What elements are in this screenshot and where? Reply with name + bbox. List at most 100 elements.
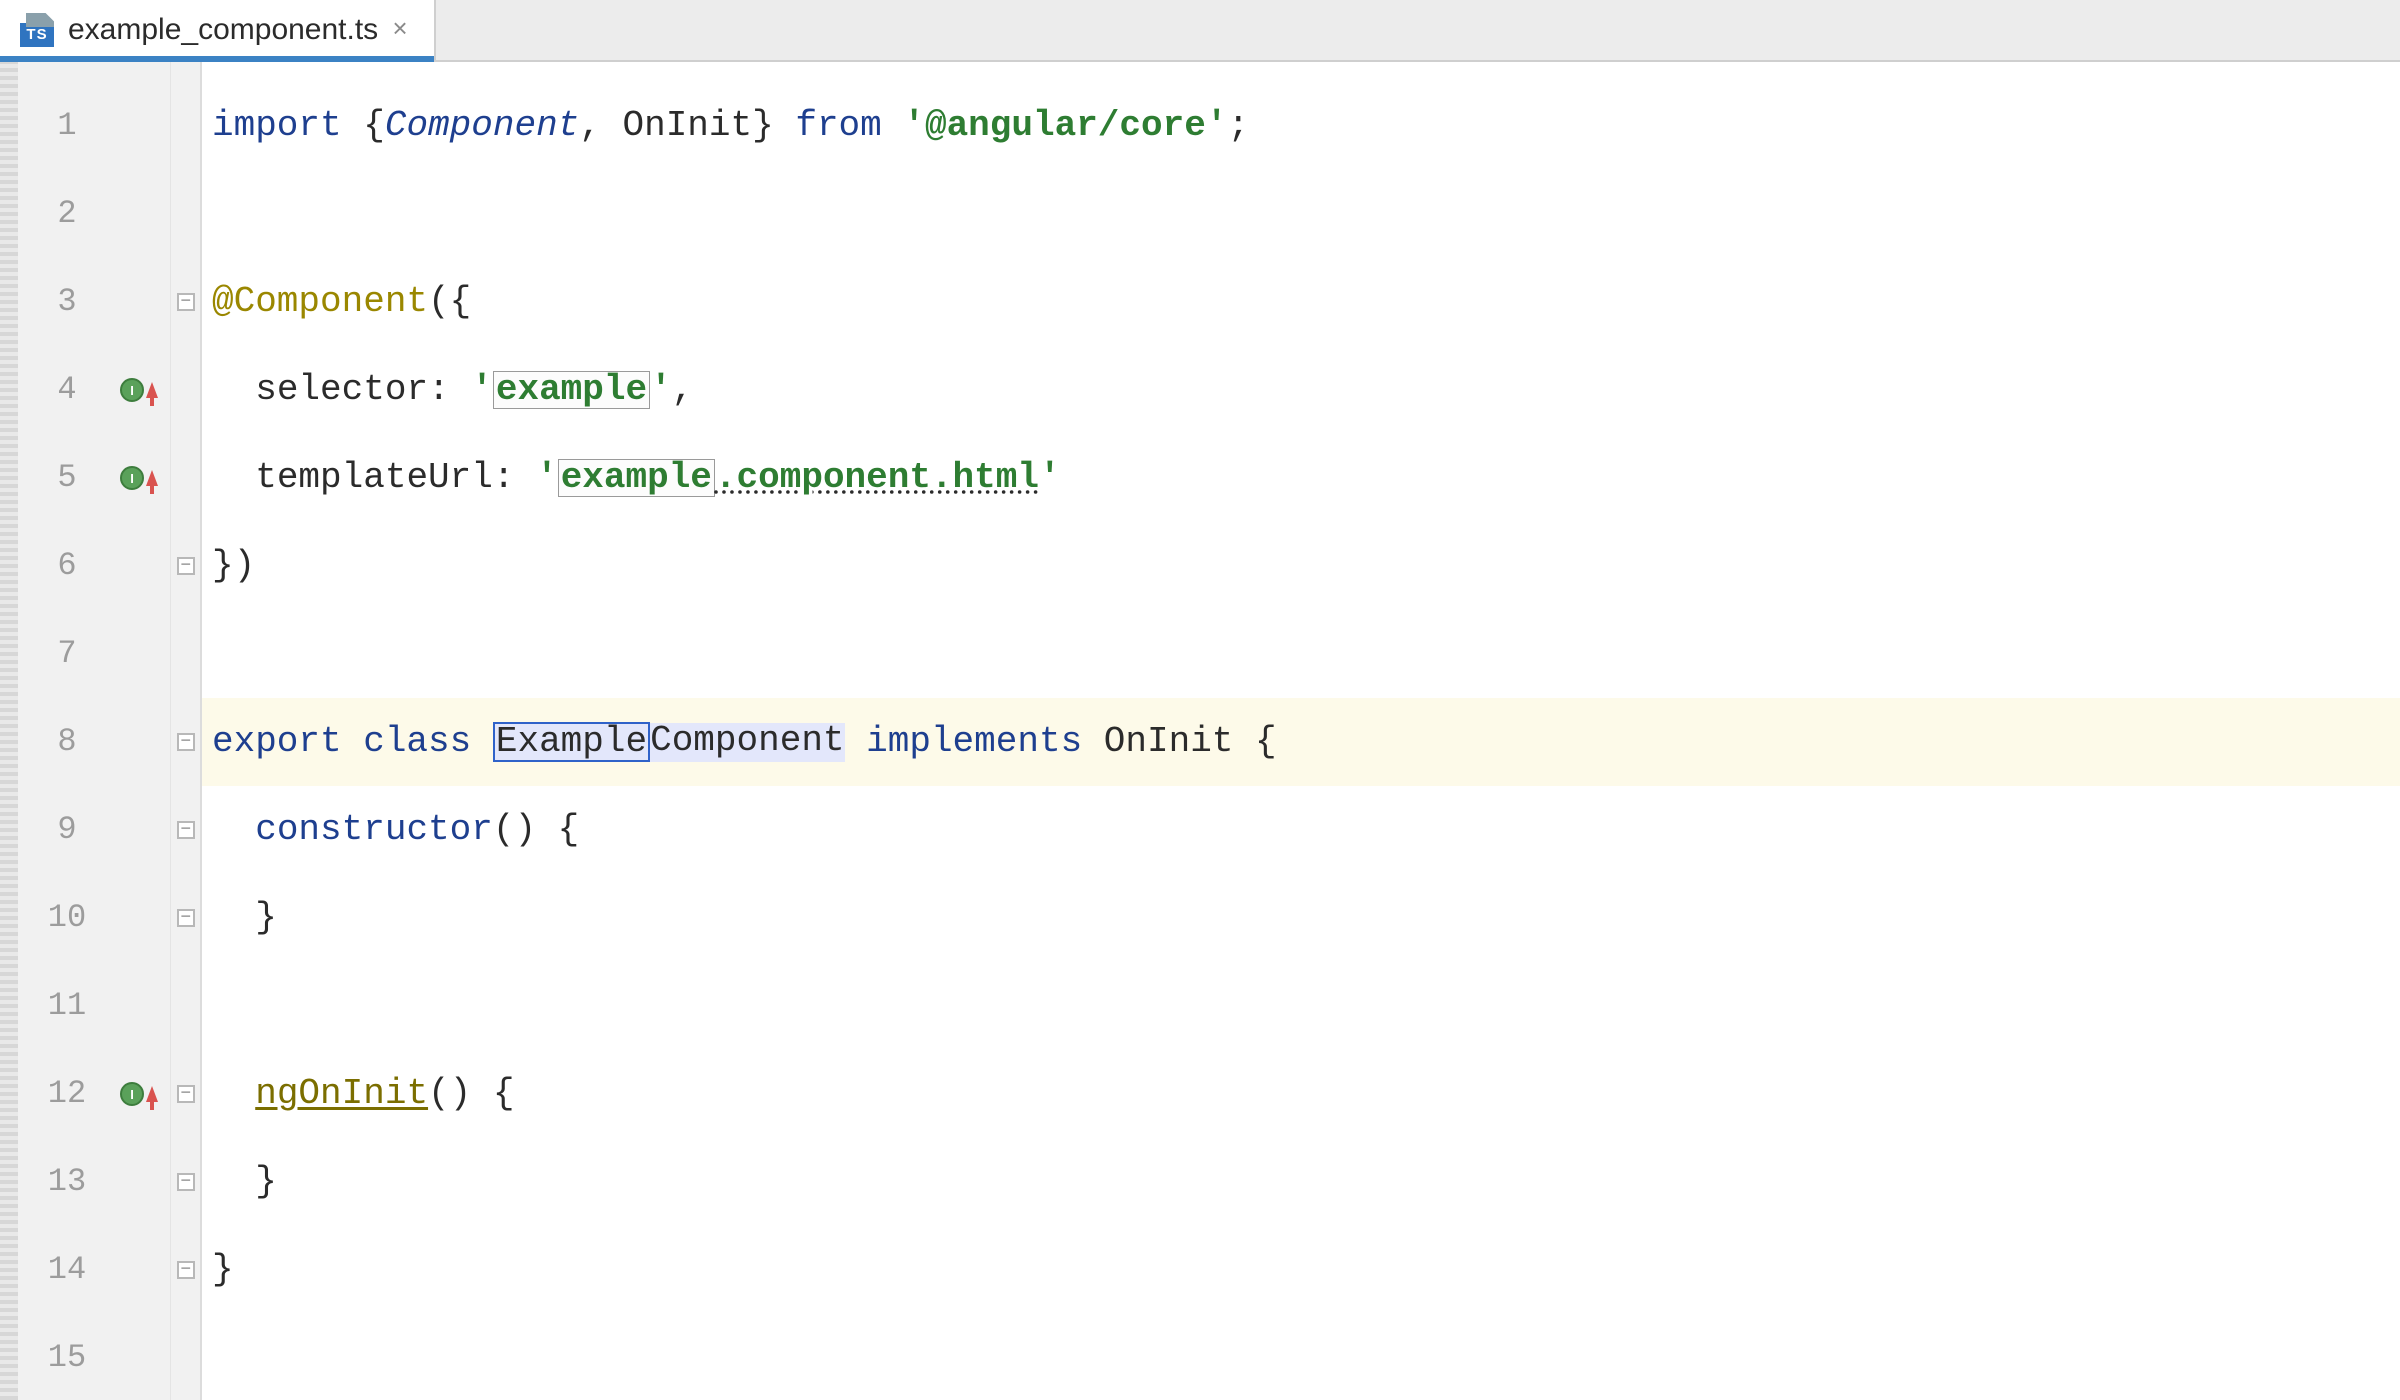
fold-slot [171, 522, 200, 610]
line-number: 6 [18, 522, 116, 610]
fold-toggle-icon[interactable] [177, 821, 195, 839]
code-token: } [212, 1252, 234, 1288]
implements-icon[interactable]: I [120, 466, 144, 490]
fold-slot [171, 698, 200, 786]
implements-icon[interactable]: I [120, 1082, 144, 1106]
code-line[interactable] [202, 962, 2400, 1050]
line-number: 9 [18, 786, 116, 874]
code-line[interactable] [202, 610, 2400, 698]
fold-slot [171, 786, 200, 874]
override-up-arrow-icon[interactable] [146, 1086, 158, 1102]
gutter: 123456789101112131415 III [18, 62, 202, 1400]
line-number: 2 [18, 170, 116, 258]
override-up-arrow-icon[interactable] [146, 470, 158, 486]
code-token: ' [471, 372, 493, 408]
line-number: 7 [18, 610, 116, 698]
code-token: Component [650, 723, 844, 762]
fold-slot [171, 610, 200, 698]
fold-toggle-icon[interactable] [177, 1085, 195, 1103]
code-line[interactable]: } [202, 874, 2400, 962]
code-token: implements [866, 724, 1104, 760]
rename-selection-primary[interactable]: Example [493, 722, 650, 762]
fold-toggle-icon[interactable] [177, 557, 195, 575]
code-token: from [795, 108, 903, 144]
override-up-arrow-icon[interactable] [146, 382, 158, 398]
gutter-marker-slot [116, 170, 170, 258]
gutter-marker-slot [116, 522, 170, 610]
code-text-area[interactable]: import {Component, OnInit} from '@angula… [202, 62, 2400, 1400]
line-number: 5 [18, 434, 116, 522]
code-token: export class [212, 724, 493, 760]
code-token: } [255, 900, 277, 936]
code-token: () { [493, 812, 579, 848]
rename-selection-occurrence[interactable]: example [558, 459, 715, 497]
code-line[interactable] [202, 170, 2400, 258]
code-line[interactable]: ngOnInit() { [202, 1050, 2400, 1138]
gutter-marker-slot [116, 1314, 170, 1400]
code-line[interactable] [202, 1314, 2400, 1400]
fold-toggle-icon[interactable] [177, 1261, 195, 1279]
code-token: ' [1039, 460, 1061, 496]
fold-slot [171, 962, 200, 1050]
rename-selection-occurrence[interactable]: example [493, 371, 650, 409]
code-token: selector: [255, 372, 471, 408]
code-editor[interactable]: 123456789101112131415 III import {Compon… [0, 62, 2400, 1400]
fold-slot [171, 434, 200, 522]
code-token: templateUrl: [255, 460, 536, 496]
code-token: OnInit [623, 108, 753, 144]
code-line[interactable]: @Component({ [202, 258, 2400, 346]
code-token: , [672, 372, 694, 408]
left-scroll-stripe[interactable] [0, 62, 18, 1400]
code-token: Component [385, 108, 579, 144]
fold-toggle-icon[interactable] [177, 1173, 195, 1191]
line-number: 3 [18, 258, 116, 346]
code-token: ' [536, 460, 558, 496]
tab-filename: example_component.ts [68, 13, 378, 47]
code-token: @Component [212, 284, 428, 320]
tab-active[interactable]: TS example_component.ts × [0, 0, 436, 60]
line-number: 8 [18, 698, 116, 786]
code-token: }) [212, 548, 255, 584]
line-number: 12 [18, 1050, 116, 1138]
code-line[interactable]: selector: 'example', [202, 346, 2400, 434]
code-line[interactable]: export class ExampleComponent implements… [202, 698, 2400, 786]
fold-slot [171, 258, 200, 346]
gutter-marker-slot [116, 610, 170, 698]
code-line[interactable]: }) [202, 522, 2400, 610]
code-token: ngOnInit [255, 1076, 428, 1112]
fold-column [170, 62, 200, 1400]
code-line[interactable]: templateUrl: 'example.component.html' [202, 434, 2400, 522]
gutter-marker-column: I I I [116, 62, 170, 1400]
gutter-marker-slot [116, 82, 170, 170]
gutter-marker-slot: I [116, 434, 170, 522]
code-line[interactable]: constructor() { [202, 786, 2400, 874]
code-token: .component.html [715, 460, 1039, 496]
fold-toggle-icon[interactable] [177, 909, 195, 927]
line-number: 14 [18, 1226, 116, 1314]
line-number: 13 [18, 1138, 116, 1226]
code-token: { [363, 108, 385, 144]
line-number: 10 [18, 874, 116, 962]
code-token: ; [1227, 108, 1249, 144]
code-line[interactable]: } [202, 1138, 2400, 1226]
implements-icon[interactable]: I [120, 378, 144, 402]
tab-bar: TS example_component.ts × [0, 0, 2400, 62]
gutter-marker-slot [116, 962, 170, 1050]
fold-slot [171, 1138, 200, 1226]
code-token: ({ [428, 284, 471, 320]
fold-toggle-icon[interactable] [177, 293, 195, 311]
line-number: 11 [18, 962, 116, 1050]
code-token: '@angular/core' [903, 108, 1227, 144]
close-icon[interactable]: × [392, 17, 408, 43]
code-token: ' [650, 372, 672, 408]
line-number: 1 [18, 82, 116, 170]
code-line[interactable]: } [202, 1226, 2400, 1314]
fold-slot [171, 1050, 200, 1138]
fold-toggle-icon[interactable] [177, 733, 195, 751]
line-number-column: 123456789101112131415 [18, 62, 116, 1400]
code-token: () { [428, 1076, 514, 1112]
code-token: , [579, 108, 622, 144]
code-line[interactable]: import {Component, OnInit} from '@angula… [202, 82, 2400, 170]
gutter-marker-slot: I [116, 346, 170, 434]
code-token: } [255, 1164, 277, 1200]
